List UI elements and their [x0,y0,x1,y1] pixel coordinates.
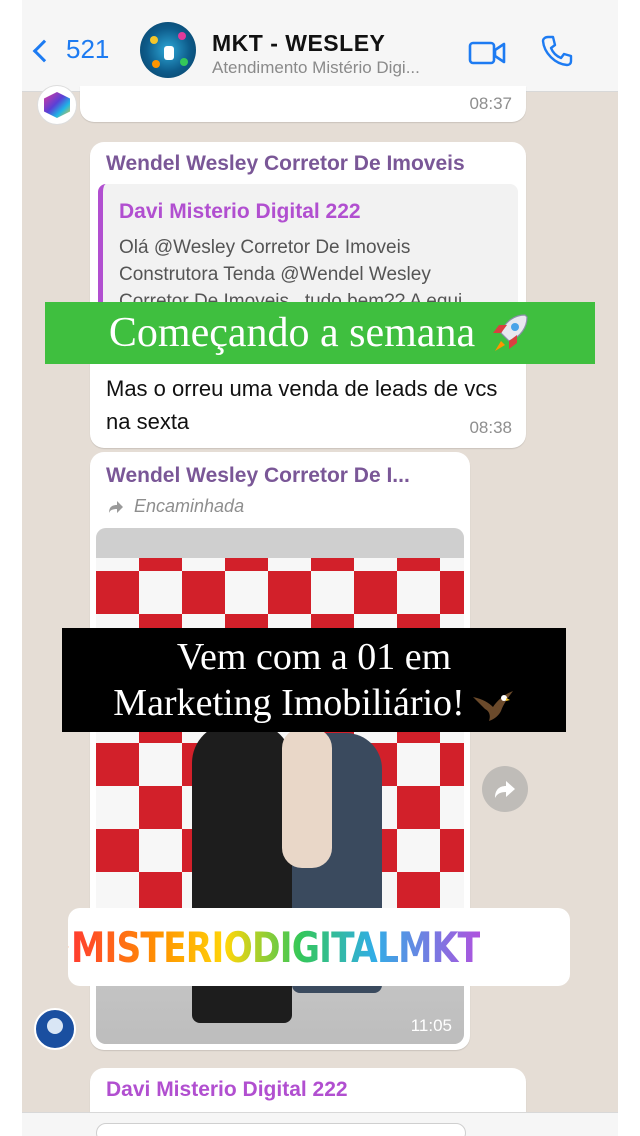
chat-subtitle[interactable]: Atendimento Mistério Digi... [212,58,420,78]
caption-text: Começando a semana [108,310,476,356]
message-bubble-reply[interactable]: Wendel Wesley Corretor De Imoveis Davi M… [90,142,526,448]
threads-icon [68,946,69,948]
sender-avatar[interactable] [38,86,76,124]
message-bubble[interactable]: 08:37 [80,86,526,122]
threads-handle-sticker: MISTERIODIGITALMKT [68,908,570,986]
back-chevron-icon [32,39,56,62]
unread-count: 521 [66,34,110,64]
message-input[interactable] [96,1123,466,1136]
chat-header: 521 MKT - WESLEY Atendimento Mistério Di… [22,0,618,92]
forwarded-label: Encaminhada [108,496,244,517]
caption-line: Marketing Imobiliário! [113,682,465,724]
group-avatar[interactable] [140,22,196,78]
back-button[interactable]: 521 [32,34,110,65]
share-forward-icon [495,781,515,798]
video-call-icon[interactable] [468,40,506,66]
caption-line-wrap: Marketing Imobiliário! [62,680,566,726]
phone-call-icon[interactable] [540,34,574,68]
share-forward-button[interactable] [482,766,528,812]
sender-avatar[interactable] [34,1008,76,1050]
caption-line: Vem com a 01 em [176,636,452,678]
message-time: 08:37 [469,94,512,113]
rocket-icon [493,314,528,351]
message-text: Mas o orreu uma venda de leads de vcs na… [106,376,498,434]
eagle-icon [472,691,513,722]
caption-overlay-top: Começando a semana [45,302,595,364]
caption-overlay-middle: Vem com a 01 em Marketing Imobiliário! [62,628,566,732]
message-sender: Wendel Wesley Corretor De I... [106,464,410,487]
message-time: 11:05 [410,1016,452,1035]
message-sender: Wendel Wesley Corretor De Imoveis [106,152,465,175]
photo-child [282,728,332,868]
threads-handle-text: MISTERIODIGITALMKT [71,922,481,972]
message-input-bar [22,1112,618,1136]
quoted-sender: Davi Misterio Digital 222 [119,200,361,223]
message-sender: Davi Misterio Digital 222 [106,1078,348,1101]
chat-title[interactable]: MKT - WESLEY [212,30,385,57]
forward-arrow-icon [109,500,123,513]
message-time: 08:38 [469,418,512,437]
